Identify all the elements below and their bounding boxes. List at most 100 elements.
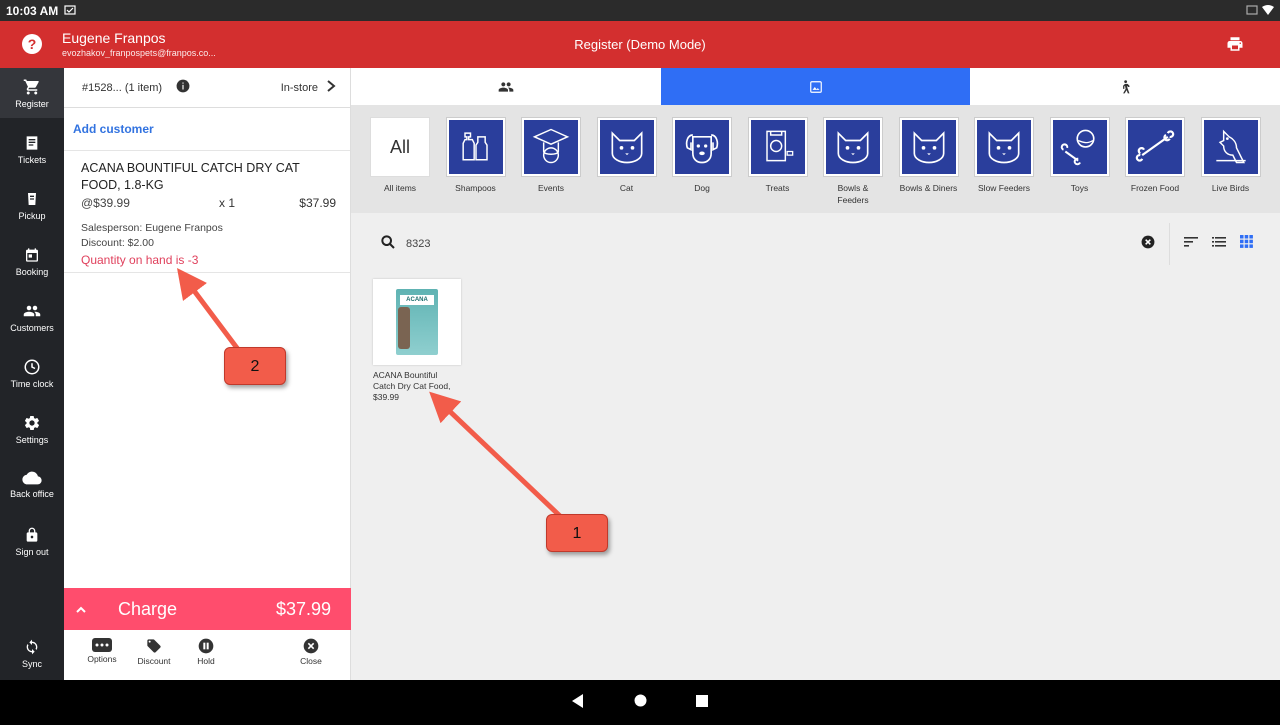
nav-customers[interactable]: Customers [0,292,64,342]
category-tile [446,118,505,176]
cart-line-item[interactable]: ACANA BOUNTIFUL CATCH DRY CAT FOOD, 1.8-… [64,151,350,273]
category-toys[interactable]: Toys [1049,118,1111,194]
list-view-icon[interactable] [1212,235,1226,253]
tab-customers[interactable] [351,68,661,105]
sort-icon[interactable] [1184,235,1198,253]
recents-icon[interactable] [696,694,708,712]
charge-total: $37.99 [275,598,331,619]
category-tile [748,118,807,176]
category-tile [1126,118,1184,176]
help-icon[interactable]: ? [22,34,42,54]
status-bar: 10:03 AM [0,0,1280,21]
options-label: Options [87,654,117,664]
search-input[interactable]: 8323 [406,238,430,250]
nav-settings-label: Settings [15,435,49,445]
bag-cat-photo [398,307,410,349]
category-label: Cat [619,183,634,193]
nav-sync[interactable]: Sync [0,628,64,678]
nav-sign-out[interactable]: Sign out [0,516,64,566]
nav-booking[interactable]: Booking [0,236,64,286]
graduate-dog-icon [529,124,573,171]
nav-settings[interactable]: Settings [0,404,64,454]
wifi-icon [1262,4,1274,18]
cat-icon [831,124,875,171]
category-dog[interactable]: Dog [671,118,733,194]
user-name: Eugene Franpos [62,30,166,46]
category-label: All items [383,183,417,193]
category-all-items[interactable]: All All items [369,118,431,194]
category-label: Dog [694,183,710,193]
category-cat[interactable]: Cat [596,118,658,194]
category-tile [673,118,731,176]
category-bowls-feeders[interactable]: Bowls & Feeders [822,118,884,206]
back-icon[interactable] [572,694,584,713]
category-label: Slow Feeders [978,183,1030,193]
nav-sign-out-label: Sign out [15,547,49,557]
nav-register[interactable]: Register [0,68,64,118]
people-icon [498,81,514,92]
category-tile [824,118,882,176]
charge-label: Charge [118,598,178,619]
category-tile [597,118,656,176]
nav-tickets[interactable]: Tickets [0,124,64,174]
category-events[interactable]: Events [520,118,582,194]
cloud-icon [22,471,42,485]
category-frozen-food[interactable]: Frozen Food [1124,118,1186,194]
cart-icon [23,79,39,95]
options-button[interactable]: Options [72,638,132,664]
grid-view-icon[interactable] [1240,235,1253,253]
chevron-right-icon[interactable] [326,80,336,95]
line-product-name: ACANA BOUNTIFUL CATCH DRY CAT FOOD, 1.8-… [81,161,300,192]
category-label: Bowls & Feeders [837,183,869,205]
category-label: Bowls & Diners [899,183,958,193]
category-shampoos[interactable]: Shampoos [445,118,507,194]
product-card[interactable]: ACANA ACANA Bountiful Catch Dry Cat Food… [373,279,461,403]
nav-time-clock[interactable]: Time clock [0,348,64,398]
shampoo-icon [454,124,498,171]
category-bowls-diners[interactable]: Bowls & Diners [898,118,960,194]
nav-time-clock-label: Time clock [10,379,54,389]
user-info: Eugene Franpos evozhakov_franpospets@fra… [62,30,216,58]
gear-icon [24,415,40,431]
app-bar: ? Eugene Franpos evozhakov_franpospets@f… [0,21,1280,68]
nav-pickup[interactable]: Pickup [0,180,64,230]
cat-icon [605,124,649,171]
catalog-area: All All items Shampoos Events Cat Dog Treats Bo… [351,68,1280,680]
tab-catalog[interactable] [660,68,971,105]
tab-walk-in[interactable] [970,68,1280,105]
category-treats[interactable]: Treats [747,118,809,194]
dog-icon [680,124,724,171]
search-icon [380,234,396,255]
print-icon[interactable] [1226,35,1244,58]
callout-2: 2 [224,347,286,385]
category-label: Live Birds [1211,183,1250,193]
ball-bone-icon [1058,124,1102,171]
info-icon[interactable] [176,79,190,96]
category-slow-feeders[interactable]: Slow Feeders [973,118,1035,194]
cat-icon [907,124,951,171]
category-label: Treats [765,183,790,193]
line-total: $37.99 [299,196,336,210]
category-live-birds[interactable]: Live Birds [1200,118,1262,194]
chevron-up-icon[interactable] [64,602,98,617]
close-button[interactable]: Close [281,638,341,666]
category-tile [975,118,1033,176]
order-channel: In-store [280,81,318,94]
walking-person-icon [1123,79,1130,93]
order-header[interactable]: #1528... (1 item) In-store [64,68,350,108]
discount-label: Discount [137,656,171,666]
category-label: Shampoos [455,183,496,193]
home-icon[interactable] [634,694,647,712]
charge-button[interactable]: Charge $37.99 [64,588,351,630]
discount-button[interactable]: Discount [124,638,184,666]
user-email: evozhakov_franpospets@franpos.co... [62,48,216,58]
clear-search-icon[interactable] [1141,235,1155,254]
nav-back-office[interactable]: Back office [0,460,64,510]
product-image: ACANA [373,279,461,365]
hold-button[interactable]: Hold [176,638,236,666]
product-brand: ACANA [400,295,434,305]
add-customer-button[interactable]: Add customer [64,108,350,151]
callout-1: 1 [546,514,608,552]
options-icon [92,638,112,652]
bone-icon [1133,124,1177,171]
